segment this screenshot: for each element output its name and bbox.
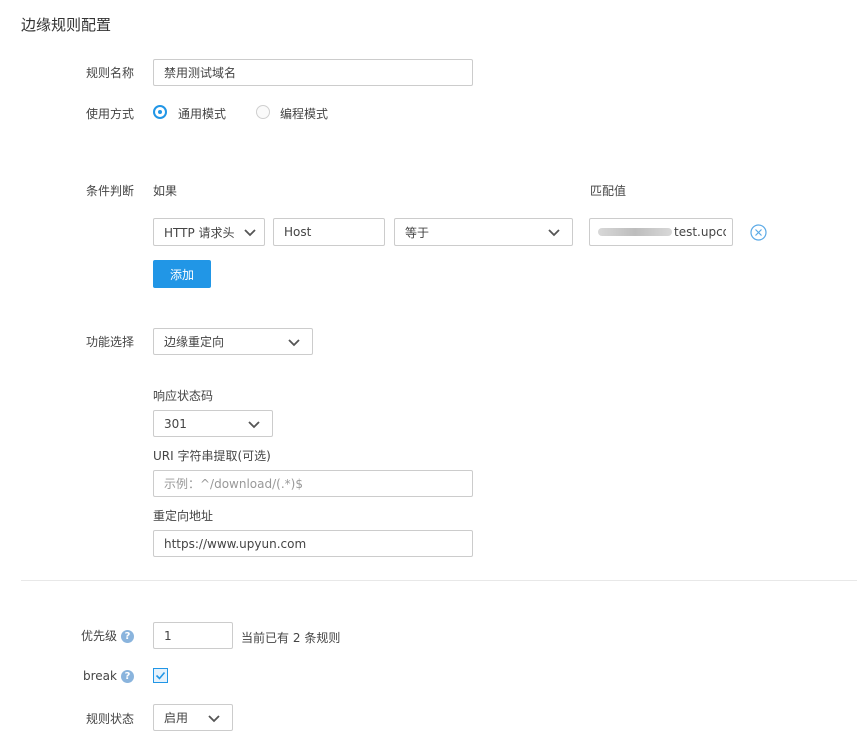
priority-value: 1 — [164, 628, 172, 643]
rule-name-value: 禁用测试域名 — [164, 66, 237, 80]
status-code-select[interactable]: 301 — [153, 410, 273, 437]
redirect-label: 重定向地址 — [153, 509, 214, 523]
chevron-down-icon — [248, 420, 260, 428]
redirect-value: https://www.upyun.com — [164, 536, 307, 551]
help-circle-icon[interactable]: ? — [121, 670, 134, 683]
usage-label: 使用方式 — [85, 107, 134, 121]
feature-label: 功能选择 — [85, 335, 134, 349]
priority-note: 当前已有 2 条规则 — [241, 629, 340, 646]
break-label-wrap: break? — [14, 669, 134, 683]
condition-type-select[interactable]: HTTP 请求头 — [153, 218, 265, 246]
remove-circle-icon[interactable] — [750, 224, 767, 241]
status-code-value: 301 — [164, 416, 187, 431]
radio-programming-mode-label[interactable]: 编程模式 — [280, 105, 328, 122]
chevron-down-icon — [244, 229, 256, 237]
chevron-down-icon — [208, 714, 220, 722]
help-circle-icon[interactable]: ? — [121, 630, 134, 643]
section-divider — [21, 580, 857, 581]
priority-label: 优先级 — [80, 629, 117, 643]
check-icon — [155, 671, 166, 680]
radio-general-mode-label[interactable]: 通用模式 — [178, 105, 226, 122]
condition-field-value: Host — [284, 225, 312, 239]
radio-programming-mode[interactable] — [256, 105, 270, 119]
redacted-blur — [598, 228, 672, 236]
rule-name-label: 规则名称 — [85, 66, 134, 80]
radio-general-mode[interactable] — [153, 105, 167, 119]
condition-field-input[interactable]: Host — [273, 218, 385, 246]
redirect-input[interactable]: https://www.upyun.com — [153, 530, 473, 557]
condition-operator-value: 等于 — [405, 225, 430, 240]
rule-status-value: 启用 — [164, 711, 189, 725]
chevron-down-icon — [548, 229, 560, 237]
condition-match-header: 匹配值 — [590, 184, 627, 198]
condition-operator-select[interactable]: 等于 — [394, 218, 573, 246]
priority-note-prefix: 当前已有 — [241, 631, 290, 645]
priority-count: 2 — [292, 631, 301, 645]
rule-status-label: 规则状态 — [85, 712, 134, 726]
uri-input[interactable]: 示例：^/download/(.*)$ — [153, 470, 473, 497]
rule-name-input[interactable]: 禁用测试域名 — [153, 59, 473, 86]
chevron-down-icon — [288, 338, 300, 346]
condition-if-header: 如果 — [153, 184, 178, 198]
priority-note-suffix: 条规则 — [304, 631, 341, 645]
status-code-label: 响应状态码 — [153, 389, 214, 403]
priority-input[interactable]: 1 — [153, 622, 233, 649]
add-condition-button[interactable]: 添加 — [153, 260, 211, 288]
break-checkbox[interactable] — [153, 668, 168, 683]
rule-status-select[interactable]: 启用 — [153, 704, 233, 731]
priority-label-wrap: 优先级? — [14, 627, 134, 644]
break-label: break — [83, 669, 117, 683]
condition-match-value: test.upcdn. — [674, 225, 726, 239]
uri-placeholder: 示例：^/download/(.*)$ — [164, 477, 303, 491]
condition-type-value: HTTP 请求头 — [164, 225, 235, 240]
feature-select[interactable]: 边缘重定向 — [153, 328, 313, 355]
condition-match-input[interactable]: test.upcdn. — [589, 218, 733, 246]
page-title: 边缘规则配置 — [21, 16, 112, 34]
uri-label: URI 字符串提取(可选) — [153, 449, 271, 463]
condition-label: 条件判断 — [85, 184, 134, 198]
feature-value: 边缘重定向 — [164, 335, 225, 349]
